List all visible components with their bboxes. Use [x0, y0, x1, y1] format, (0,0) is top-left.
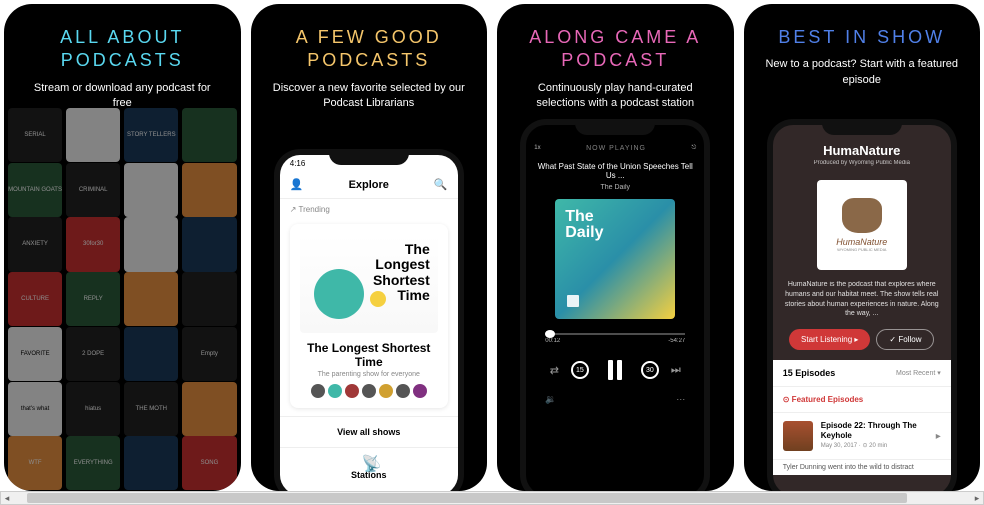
- screenshot-panel-4: BEST IN SHOW New to a podcast? Start wit…: [744, 4, 981, 491]
- producer-label: Produced by Wyoming Public Media: [781, 160, 943, 166]
- time-remaining: -54:27: [668, 338, 685, 344]
- broadcast-icon: 📡: [362, 454, 376, 468]
- show-description: HumaNature is the podcast that explores …: [773, 276, 951, 323]
- view-all-link[interactable]: View all shows: [280, 416, 458, 447]
- detail-show-title: HumaNature: [781, 143, 943, 158]
- search-icon[interactable]: 🔍: [434, 178, 448, 192]
- skip-next-icon[interactable]: ⏭: [671, 364, 681, 377]
- scrollbar-thumb[interactable]: [27, 493, 907, 503]
- screenshots-row: ALL ABOUT PODCASTS Stream or download an…: [0, 0, 984, 495]
- episodes-list: 15 Episodes Most Recent ▾ ⊙ Featured Epi…: [773, 360, 951, 475]
- episodes-header: 15 Episodes Most Recent ▾: [773, 360, 951, 387]
- episode-row[interactable]: Episode 22: Through The Keyhole May 30, …: [773, 413, 951, 460]
- player-top-row: 1x NOW PLAYING ⎋: [526, 141, 704, 156]
- phone-notch: [575, 119, 655, 135]
- profile-icon[interactable]: 👤: [290, 178, 304, 192]
- volume-icon[interactable]: 🔉: [545, 394, 556, 405]
- nyt-logo: [567, 295, 579, 307]
- secondary-controls: 🔉 ⋯: [545, 394, 685, 405]
- sort-dropdown[interactable]: Most Recent ▾: [896, 369, 941, 377]
- scroll-left-arrow[interactable]: ◂: [1, 493, 13, 504]
- play-episode-icon[interactable]: ▸: [936, 431, 941, 442]
- panel-title-4: BEST IN SHOW: [778, 26, 945, 49]
- panel-subtitle-4: New to a podcast? Start with a featured …: [744, 57, 981, 88]
- featured-section-header: ⊙ Featured Episodes: [773, 387, 951, 413]
- skip-forward-button[interactable]: 30: [641, 361, 659, 379]
- explore-header: 👤 Explore 🔍: [280, 172, 458, 199]
- panel-title-3: ALONG CAME A PODCAST: [497, 26, 734, 73]
- screenshot-panel-2: A FEW GOOD PODCASTS Discover a new favor…: [251, 4, 488, 491]
- episode-thumbnail: [783, 421, 813, 451]
- player-screen: 1x NOW PLAYING ⎋ What Past State of the …: [526, 125, 704, 491]
- start-listening-button[interactable]: Start Listening ▸: [789, 329, 870, 350]
- phone-mockup-2: 4:16 👤 Explore 🔍 ↗ Trending The Longest …: [274, 149, 464, 491]
- show-name: The Daily: [600, 184, 630, 191]
- episode-title: What Past State of the Union Speeches Te…: [526, 160, 704, 182]
- episode-description: Tyler Dunning went into the wild to dist…: [773, 460, 951, 475]
- time-elapsed: 00:12: [545, 338, 560, 344]
- cast-icon[interactable]: ⎋: [691, 145, 696, 152]
- explore-screen: 4:16 👤 Explore 🔍 ↗ Trending The Longest …: [280, 155, 458, 491]
- bison-illustration: [842, 198, 882, 233]
- show-cover-art: HumaNature WYOMING PUBLIC MEDIA: [817, 180, 907, 270]
- listener-avatars: [300, 384, 438, 398]
- episode-count: 15 Episodes: [783, 368, 836, 378]
- episode-title: Episode 22: Through The Keyhole: [821, 421, 928, 440]
- screenshot-panel-1: ALL ABOUT PODCASTS Stream or download an…: [4, 4, 241, 491]
- now-playing-label: NOW PLAYING: [586, 145, 646, 152]
- show-title: The Longest Shortest Time: [300, 341, 438, 369]
- speed-button[interactable]: 1x: [534, 145, 540, 152]
- phone-mockup-3: 1x NOW PLAYING ⎋ What Past State of the …: [520, 119, 710, 491]
- trending-label: ↗ Trending: [280, 199, 458, 220]
- stations-section[interactable]: 📡 Stations: [280, 447, 458, 486]
- show-artwork: The Longest Shortest Time: [300, 234, 438, 333]
- phone-notch: [822, 119, 902, 135]
- skip-back-button[interactable]: 15: [571, 361, 589, 379]
- action-buttons: Start Listening ▸ ✓ Follow: [773, 329, 951, 350]
- more-icon[interactable]: ⋯: [676, 394, 685, 405]
- featured-show-card[interactable]: The Longest Shortest Time The Longest Sh…: [290, 224, 448, 408]
- horizontal-scrollbar[interactable]: ◂ ▸: [0, 491, 984, 505]
- screenshot-panel-3: ALONG CAME A PODCAST Continuously play h…: [497, 4, 734, 491]
- show-detail-screen: HumaNature Produced by Wyoming Public Me…: [773, 125, 951, 491]
- podcast-grid: SERIALSTORY TELLERS MOUNTAIN GOATSCRIMIN…: [4, 104, 241, 491]
- phone-notch: [329, 149, 409, 165]
- panel-subtitle-3: Continuously play hand-curated selection…: [497, 81, 734, 112]
- shuffle-icon[interactable]: ⇄: [550, 364, 559, 377]
- explore-title: Explore: [349, 179, 389, 191]
- player-artwork: The Daily: [555, 199, 675, 319]
- phone-mockup-4: HumaNature Produced by Wyoming Public Me…: [767, 119, 957, 491]
- follow-button[interactable]: ✓ Follow: [876, 329, 934, 350]
- panel-title-2: A FEW GOOD PODCASTS: [251, 26, 488, 73]
- pause-button[interactable]: [601, 356, 629, 384]
- time-row: 00:12 -54:27: [545, 338, 685, 344]
- playback-controls: ⇄ 15 30 ⏭: [550, 356, 681, 384]
- panel-title-1: ALL ABOUT PODCASTS: [4, 26, 241, 73]
- show-subtitle: The parenting show for everyone: [300, 371, 438, 378]
- progress-bar[interactable]: [545, 333, 685, 335]
- panel-subtitle-2: Discover a new favorite selected by our …: [251, 81, 488, 112]
- scroll-right-arrow[interactable]: ▸: [971, 493, 983, 504]
- episode-meta: May 30, 2017 · ⊙ 20 min: [821, 442, 928, 449]
